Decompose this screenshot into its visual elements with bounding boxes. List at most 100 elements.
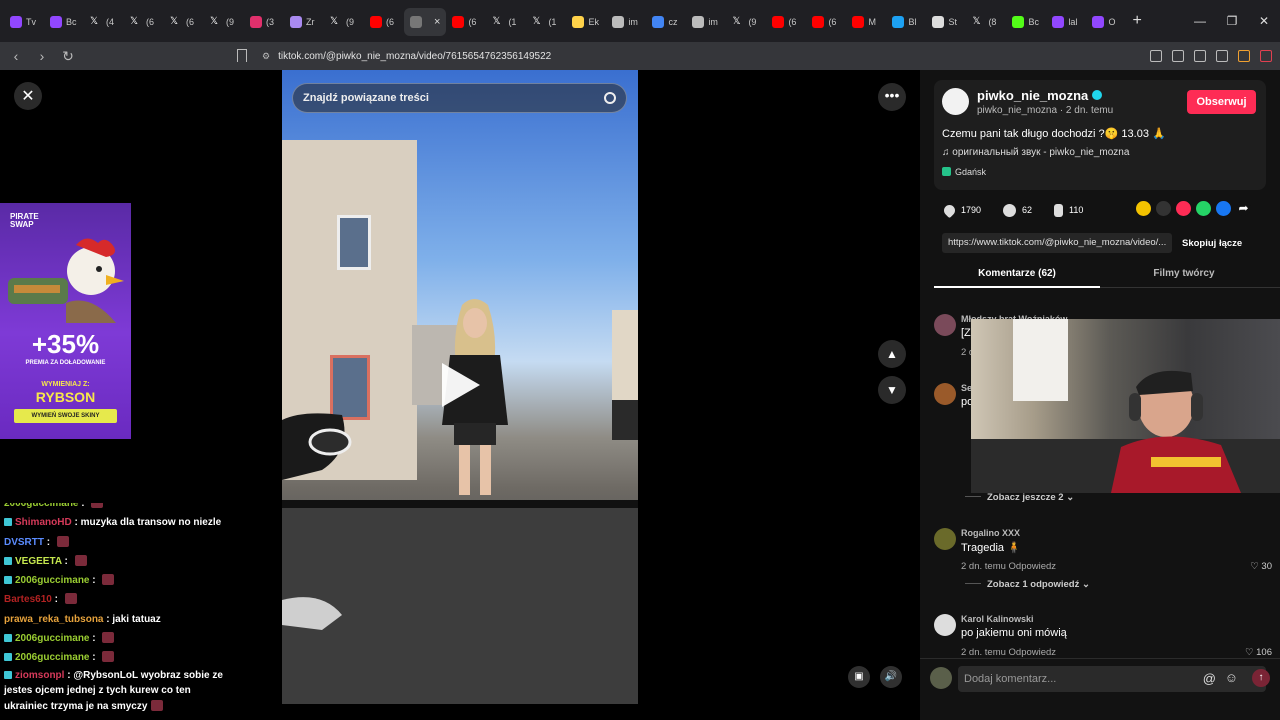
commenter-avatar[interactable]	[934, 528, 956, 550]
browser-tab[interactable]: Bl	[886, 8, 926, 36]
chat-username[interactable]: 2006guccimane	[15, 575, 90, 586]
close-tab-icon[interactable]: ×	[434, 16, 440, 28]
browser-tab[interactable]: (6	[364, 8, 404, 36]
send-icon[interactable]	[1176, 201, 1191, 216]
browser-tab[interactable]: 𝕏 (1	[486, 8, 526, 36]
author-username[interactable]: piwko_nie_mozna	[977, 88, 1103, 103]
browser-tab[interactable]: Tv	[4, 8, 44, 36]
author-avatar[interactable]	[942, 88, 969, 115]
chat-username[interactable]: 2006guccimane	[15, 633, 90, 644]
extension-icon[interactable]	[1194, 50, 1206, 62]
comment-input[interactable]: Dodaj komentarz...	[958, 666, 1266, 692]
site-info-icon[interactable]: ⚙	[262, 51, 270, 62]
see-more-replies[interactable]: Zobacz 1 odpowiedź ⌄	[965, 579, 1090, 590]
chat-username[interactable]: 2006guccimane	[4, 503, 79, 509]
tab-creator-videos[interactable]: Filmy twórcy	[1114, 268, 1254, 279]
browser-tab[interactable]: Bc	[44, 8, 84, 36]
tab-comments[interactable]: Komentarze (62)	[934, 268, 1100, 279]
browser-tab[interactable]: (3	[244, 8, 284, 36]
restore-button[interactable]: ❐	[1216, 14, 1248, 28]
browser-tab[interactable]: M	[846, 8, 886, 36]
extension-icon[interactable]	[1150, 50, 1162, 62]
commenter-avatar[interactable]	[934, 614, 956, 636]
browser-tab[interactable]: cz	[646, 8, 686, 36]
video-player[interactable]	[282, 70, 638, 704]
play-icon[interactable]	[442, 363, 480, 407]
chat-username[interactable]: ShimanoHD	[15, 517, 72, 528]
back-icon[interactable]: ‹	[6, 48, 26, 64]
bookmark-save-icon[interactable]	[1054, 203, 1064, 217]
forward-icon[interactable]: ›	[32, 48, 52, 64]
search-icon[interactable]	[604, 92, 616, 104]
post-location[interactable]: Gdańsk	[942, 167, 986, 177]
heart-icon[interactable]	[941, 202, 958, 218]
browser-tab[interactable]: 𝕏 (1	[526, 8, 566, 36]
browser-tab[interactable]: (6	[766, 8, 806, 36]
post-link[interactable]: https://www.tiktok.com/@piwko_nie_mozna/…	[942, 233, 1172, 253]
extension-icon[interactable]	[1216, 50, 1228, 62]
extension-icon[interactable]	[1238, 50, 1250, 62]
browser-tab[interactable]: 𝕏 (9	[726, 8, 766, 36]
emoji-icon[interactable]: ☺	[1225, 670, 1238, 685]
browser-tab[interactable]: (6	[446, 8, 486, 36]
browser-tab[interactable]: lal	[1046, 8, 1086, 36]
extension-icon[interactable]	[1172, 50, 1184, 62]
facebook-icon[interactable]	[1216, 201, 1231, 216]
browser-tab[interactable]: (6	[806, 8, 846, 36]
close-video-button[interactable]: ✕	[14, 82, 42, 110]
browser-tab[interactable]: Zr	[284, 8, 324, 36]
volume-icon[interactable]: 🔊	[880, 666, 902, 688]
browser-tab[interactable]: 𝕏 (9	[324, 8, 364, 36]
floating-player-icon[interactable]: ▣	[848, 666, 870, 688]
share-arrow-icon[interactable]: ➦	[1236, 201, 1251, 216]
post-sound[interactable]: ♫ оригинальный звук - piwko_nie_mozna	[942, 147, 1129, 158]
comment-meta[interactable]: 2 dn. temu Odpowiedz	[961, 561, 1056, 572]
minimize-button[interactable]: —	[1184, 14, 1216, 28]
commenter-avatar[interactable]	[934, 383, 956, 405]
comment-icon[interactable]	[1003, 203, 1017, 217]
chat-username[interactable]: VEGEETA	[15, 556, 62, 567]
browser-tab[interactable]: O	[1086, 8, 1126, 36]
ad-cta-button[interactable]: WYMIEŃ SWOJE SKINY	[14, 409, 117, 423]
commenter-avatar[interactable]	[934, 314, 956, 336]
more-options-icon[interactable]: •••	[878, 83, 906, 111]
browser-tab[interactable]: St	[926, 8, 966, 36]
chat-username[interactable]: prawa_reka_tubsona	[4, 614, 104, 625]
browser-tab[interactable]: ×	[404, 8, 447, 36]
see-more-replies[interactable]: Zobacz jeszcze 2 ⌄	[965, 492, 1074, 503]
bookmark-icon[interactable]	[237, 49, 247, 62]
send-comment-button[interactable]: ↑	[1252, 669, 1270, 687]
browser-tab[interactable]: 𝕏 (6	[124, 8, 164, 36]
chat-username[interactable]: ziomsonpl	[15, 670, 64, 681]
commenter-name[interactable]: Rogalino XXX	[961, 528, 1020, 538]
browser-tab[interactable]: 𝕏 (6	[164, 8, 204, 36]
follow-button[interactable]: Obserwuj	[1187, 90, 1256, 114]
embed-icon[interactable]	[1156, 201, 1171, 216]
extension-icon[interactable]	[1260, 50, 1272, 62]
copy-link-button[interactable]: Skopiuj łącze	[1182, 238, 1242, 249]
commenter-name[interactable]: Karol Kalinowski	[961, 614, 1034, 624]
browser-tab[interactable]: im	[606, 8, 646, 36]
browser-tab[interactable]: im	[686, 8, 726, 36]
comment-like-count[interactable]: ♡ 30	[1250, 561, 1272, 572]
chat-username[interactable]: 2006guccimane	[15, 652, 90, 663]
browser-tab[interactable]: 𝕏 (8	[966, 8, 1006, 36]
comment-like-count[interactable]: ♡ 106	[1245, 647, 1272, 658]
comment-meta[interactable]: 2 dn. temu Odpowiedz	[961, 647, 1056, 658]
friends-share-icon[interactable]	[1136, 201, 1151, 216]
mention-icon[interactable]: @	[1203, 671, 1216, 686]
new-tab-button[interactable]: +	[1132, 12, 1141, 30]
url-field[interactable]: ⚙ tiktok.com/@piwko_nie_mozna/video/7615…	[262, 42, 551, 70]
browser-tab[interactable]: 𝕏 (9	[204, 8, 244, 36]
browser-tab[interactable]: Ek	[566, 8, 606, 36]
previous-video-button[interactable]: ▲	[878, 340, 906, 368]
whatsapp-icon[interactable]	[1196, 201, 1211, 216]
reload-icon[interactable]: ↻	[58, 48, 78, 65]
close-window-button[interactable]: ✕	[1248, 14, 1280, 28]
related-search-input[interactable]: Znajdź powiązane treści	[292, 83, 627, 113]
browser-tab[interactable]: 𝕏 (4	[84, 8, 124, 36]
chat-username[interactable]: DVSRTT	[4, 537, 44, 548]
next-video-button[interactable]: ▼	[878, 376, 906, 404]
ad-banner[interactable]: PIRATE SWAP +35% PREMIA ZA DOŁADOWANIE W…	[0, 203, 131, 439]
chat-username[interactable]: Bartes610	[4, 594, 52, 605]
